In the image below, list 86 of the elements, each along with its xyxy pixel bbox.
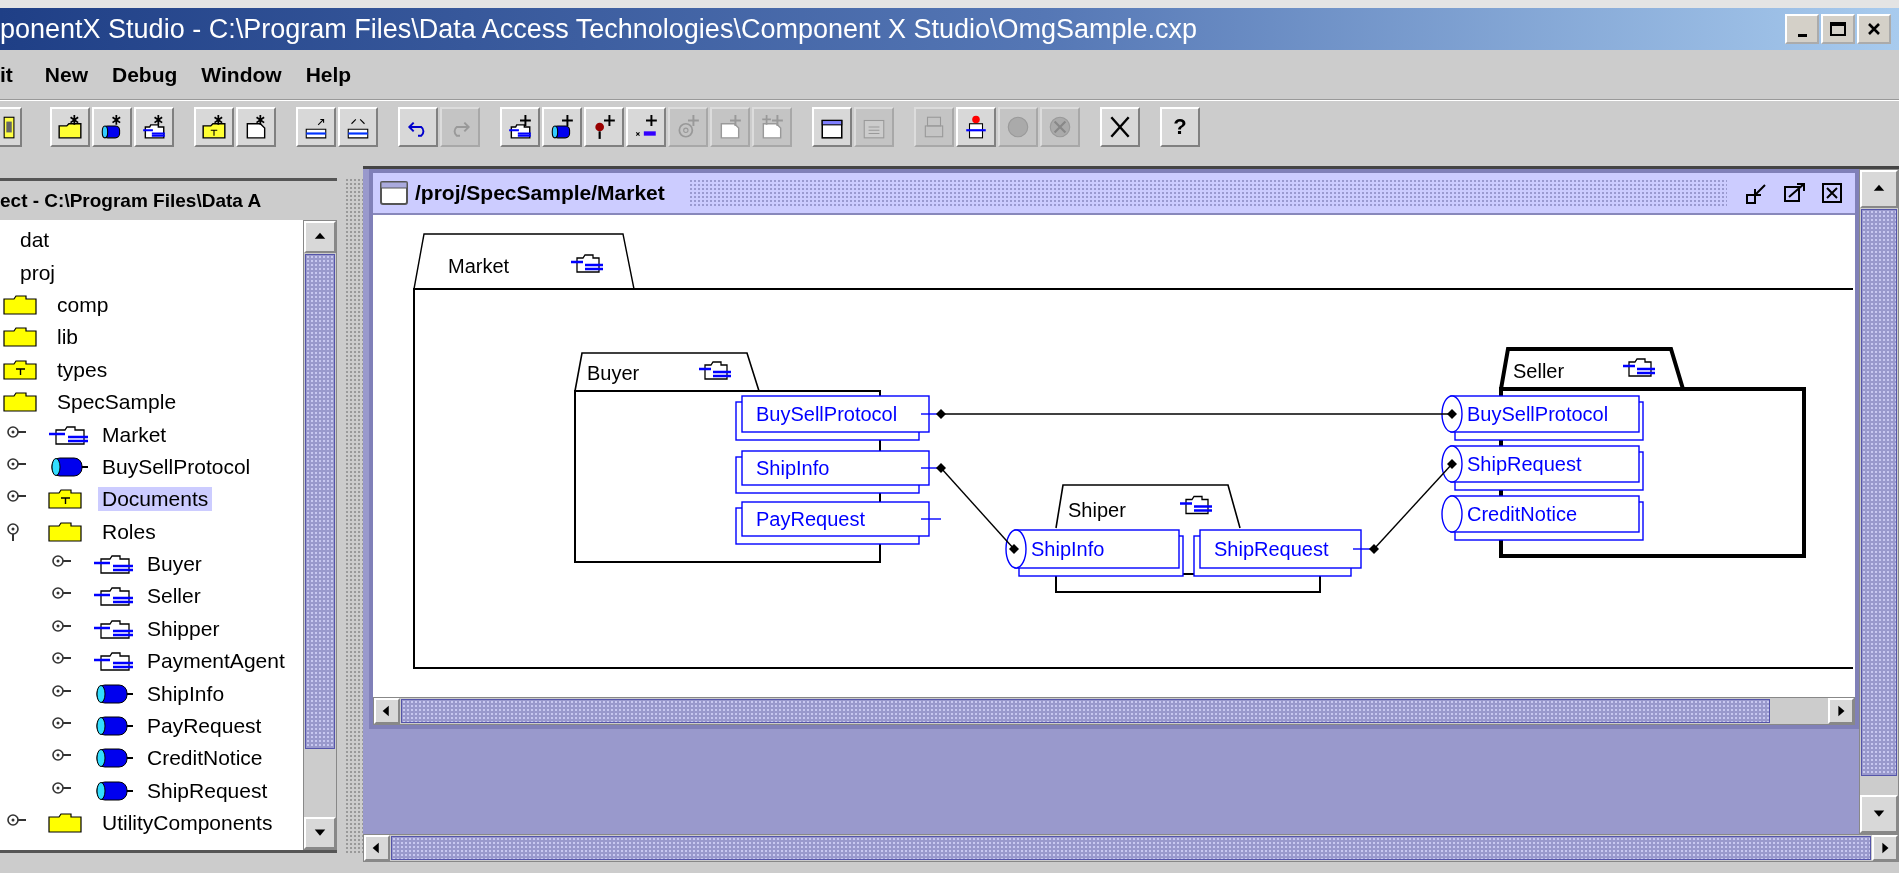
- tree-item[interactable]: Seller: [143, 584, 205, 609]
- scroll-up-button[interactable]: [304, 221, 336, 253]
- connector-line[interactable]: [1369, 459, 1457, 554]
- connector-line[interactable]: [936, 409, 1457, 419]
- tree-item[interactable]: ShipInfo: [143, 681, 229, 706]
- tree-item[interactable]: lib: [53, 325, 82, 350]
- cylinder-icon: [93, 746, 135, 771]
- cylinder-icon: [93, 778, 135, 803]
- package-icon: [93, 649, 135, 674]
- double-plus-icon: [759, 113, 785, 140]
- horizontal-scrollbar[interactable]: [363, 834, 1899, 862]
- vertical-scrollbar[interactable]: [303, 220, 337, 850]
- maximize-icon: [1829, 21, 1847, 37]
- expand-arrow-icon: [1783, 181, 1807, 205]
- menu-item[interactable]: Window: [189, 58, 294, 91]
- package-tab[interactable]: [413, 233, 635, 290]
- scroll-up-button[interactable]: [1860, 170, 1898, 208]
- window-title: ponentX Studio - C:\Program Files\Data Access Technologies\Component X Studio\OmgSample.cxp: [0, 13, 1199, 45]
- window-icon: [379, 180, 409, 206]
- close-icon: [1866, 21, 1882, 37]
- typed-folder-icon: [48, 487, 84, 512]
- folder-icon: [3, 292, 39, 317]
- tree-item[interactable]: Buyer: [143, 552, 206, 577]
- tree-item[interactable]: PayRequest: [143, 714, 266, 739]
- stack-light-icon: [963, 113, 989, 140]
- tree-item[interactable]: proj: [16, 260, 60, 285]
- tree-item[interactable]: UtilityComponents: [98, 811, 277, 836]
- horizontal-scrollbar[interactable]: [373, 697, 1855, 725]
- cylinder-icon: [93, 681, 135, 706]
- menu-item[interactable]: it: [0, 58, 25, 91]
- folder-asterisk-icon: [57, 113, 83, 140]
- maximize-button[interactable]: [1821, 14, 1855, 44]
- role-label: Buyer: [587, 362, 640, 384]
- minimize-icon: [1797, 33, 1807, 37]
- folder-icon: [3, 325, 39, 350]
- package-plus-icon: [507, 113, 533, 140]
- package-icon: [569, 254, 605, 273]
- close-button[interactable]: [1857, 14, 1891, 44]
- folder-icon: [48, 519, 84, 544]
- typed-folder-icon: [3, 357, 39, 382]
- role-label: Shiper: [1068, 499, 1126, 521]
- tree-item[interactable]: comp: [53, 292, 113, 317]
- role-label: Seller: [1513, 360, 1565, 382]
- scroll-left-button[interactable]: [374, 698, 400, 724]
- tree-item[interactable]: dat: [16, 228, 54, 253]
- menu-item[interactable]: New: [32, 58, 100, 91]
- role-tab[interactable]: [1055, 484, 1241, 529]
- tree-item[interactable]: ShipRequest: [143, 778, 272, 803]
- help-button[interactable]: ?: [1160, 106, 1200, 147]
- scroll-down-button[interactable]: [304, 817, 336, 849]
- package-icon: [1621, 358, 1657, 377]
- package-icon: [1178, 495, 1214, 515]
- package-icon: [93, 552, 135, 577]
- package-icon: [93, 584, 135, 609]
- tree-item[interactable]: BuySellProtocol: [98, 454, 255, 479]
- vertical-scrollbar[interactable]: [1859, 169, 1899, 834]
- menu-item[interactable]: Debug: [100, 58, 190, 91]
- shrink-arrow-icon: [1745, 181, 1769, 205]
- scroll-right-button[interactable]: [1872, 835, 1898, 861]
- connector-line[interactable]: [936, 463, 1019, 554]
- cylinder-icon: [48, 454, 90, 479]
- tree-item[interactable]: Market: [98, 422, 171, 447]
- close-icon: [1821, 181, 1845, 205]
- package-label: Market: [448, 255, 510, 277]
- menu-item[interactable]: Help: [293, 58, 364, 91]
- scrollbar-thumb[interactable]: [305, 254, 335, 749]
- scrollbar-thumb[interactable]: [1861, 209, 1897, 777]
- scroll-right-button[interactable]: [1828, 698, 1854, 724]
- tree-item[interactable]: Shipper: [143, 616, 224, 641]
- tree-item[interactable]: PaymentAgent: [143, 649, 289, 674]
- cylinder-icon: [93, 714, 135, 739]
- folder-icon: [3, 390, 39, 415]
- scroll-left-button[interactable]: [364, 835, 390, 861]
- scrollbar-thumb[interactable]: [401, 699, 1770, 723]
- scrollbar-thumb[interactable]: [391, 836, 1871, 860]
- tree-item[interactable]: types: [53, 357, 112, 382]
- minimize-button[interactable]: [1785, 14, 1819, 44]
- tree-item[interactable]: CreditNotice: [143, 746, 267, 771]
- tree-item[interactable]: Documents: [98, 487, 213, 512]
- typed-folder-asterisk-icon: [201, 113, 227, 140]
- cylinder-plus-icon: [549, 113, 575, 140]
- package-icon: [697, 361, 733, 380]
- folder-icon: [48, 811, 84, 836]
- tree-item[interactable]: Roles: [98, 519, 160, 544]
- tree-item[interactable]: SpecSample: [53, 390, 181, 415]
- package-asterisk-icon: [141, 113, 167, 140]
